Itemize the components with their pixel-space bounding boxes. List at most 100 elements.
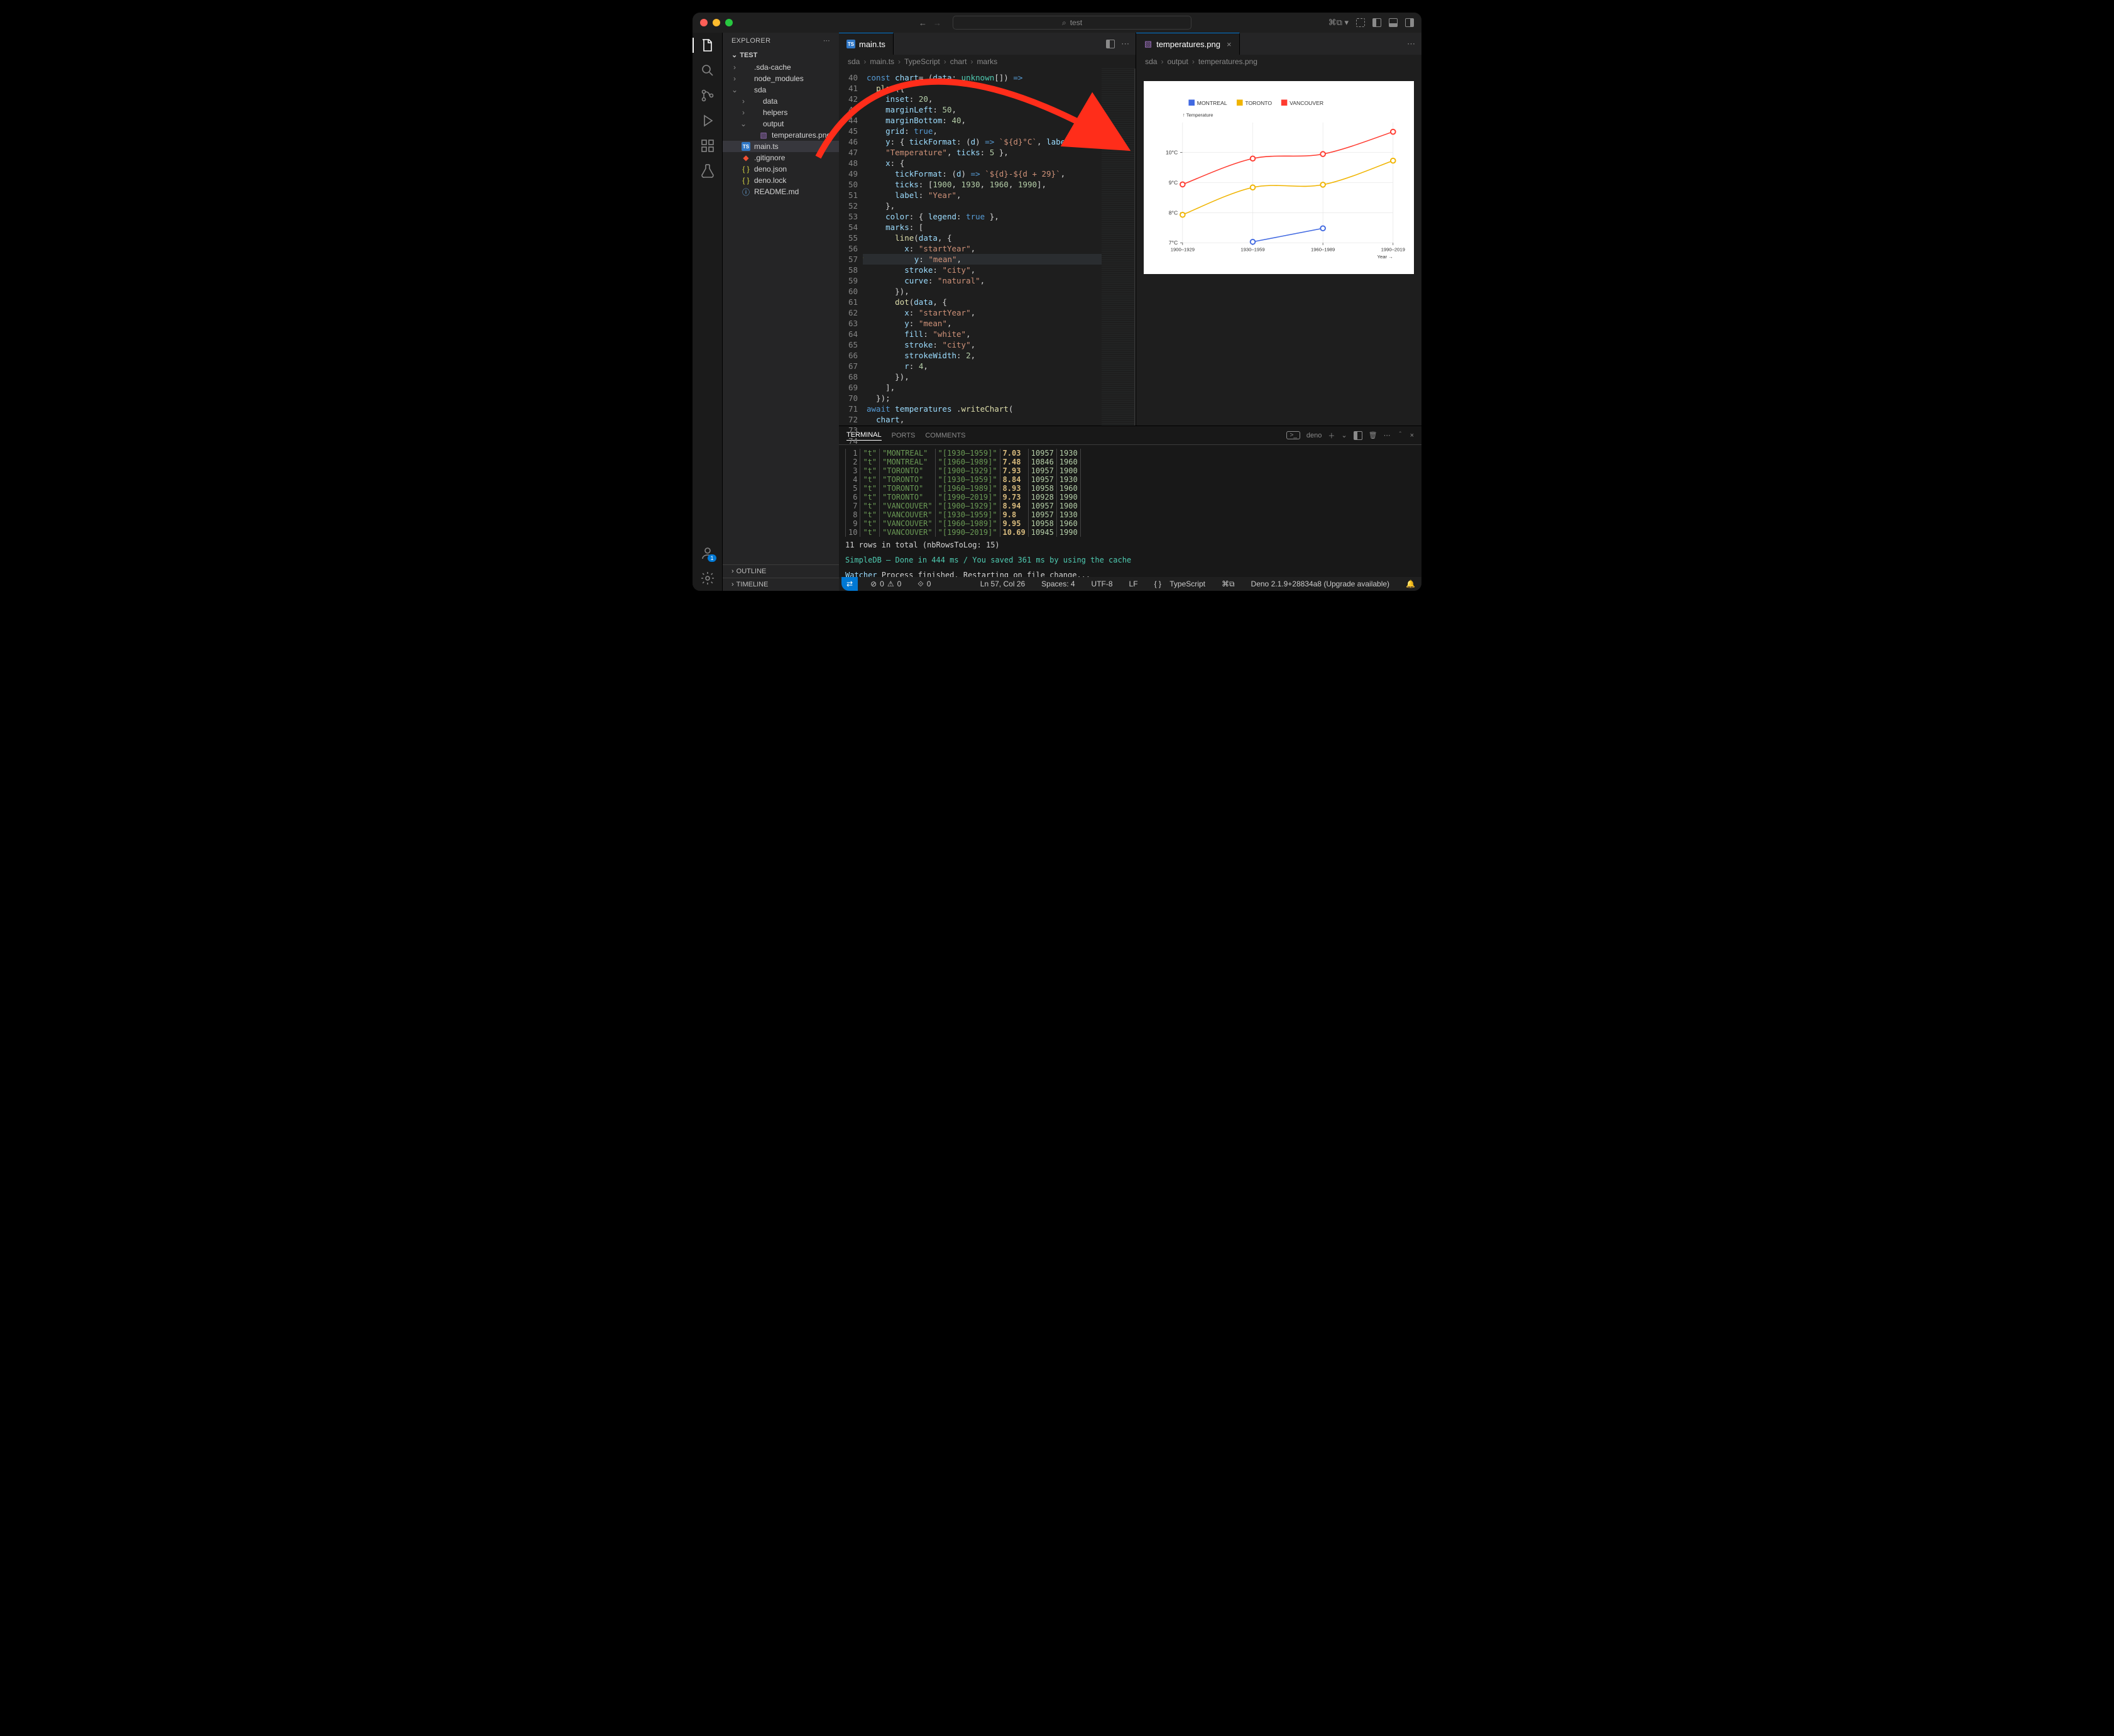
toggle-panel-icon[interactable]: [1389, 18, 1398, 27]
tree-item[interactable]: ▧temperatures.png: [723, 129, 839, 141]
tree-item[interactable]: ›helpers: [723, 107, 839, 118]
tree-item[interactable]: ›data: [723, 96, 839, 107]
terminal-dropdown-icon[interactable]: ⌄: [1341, 431, 1347, 439]
breadcrumb-item[interactable]: output: [1167, 57, 1188, 66]
explorer-more-icon[interactable]: ⋯: [823, 36, 830, 45]
toggle-sidebar-icon[interactable]: [1372, 18, 1381, 27]
chevron-right-icon: ›: [731, 581, 734, 588]
nav-back-icon[interactable]: ←: [919, 18, 927, 28]
warning-icon: ⚠: [887, 580, 894, 588]
json-icon: { }: [742, 165, 750, 173]
activity-scm-icon[interactable]: [700, 88, 715, 103]
breadcrumb[interactable]: sda›main.ts›TypeScript›chart›marks: [839, 55, 1136, 69]
ports-chip[interactable]: ⟐0: [914, 580, 934, 589]
minimap[interactable]: [1102, 69, 1136, 426]
activity-testing-icon[interactable]: [700, 163, 715, 179]
nav-forward-icon[interactable]: →: [933, 18, 941, 28]
svg-text:VANCOUVER: VANCOUVER: [1290, 100, 1323, 106]
remote-indicator[interactable]: ⇄: [841, 577, 858, 591]
tree-item[interactable]: ⌄ output: [723, 118, 839, 129]
folder-icon: [742, 63, 750, 72]
language-mode[interactable]: { } TypeScript: [1151, 580, 1209, 588]
breadcrumb[interactable]: sda›output›temperatures.png: [1136, 55, 1421, 69]
breadcrumb-item[interactable]: main.ts: [870, 57, 894, 66]
file-name: main.ts: [754, 142, 779, 151]
breadcrumb-item[interactable]: marks: [977, 57, 997, 66]
copilot-status-icon[interactable]: ⌘⧉: [1218, 580, 1239, 589]
timeline-section[interactable]: ›TIMELINE: [723, 578, 839, 591]
tree-item[interactable]: TSmain.ts: [723, 141, 839, 152]
close-icon[interactable]: ×: [1227, 40, 1232, 49]
split-editor-icon[interactable]: [1106, 40, 1115, 48]
twist-icon: ⌄: [740, 119, 747, 128]
tree-item[interactable]: ◆.gitignore: [723, 152, 839, 163]
ln-col[interactable]: Ln 57, Col 26: [977, 580, 1029, 588]
eol[interactable]: LF: [1125, 580, 1142, 588]
split-terminal-icon[interactable]: [1354, 431, 1362, 440]
svg-text:1960–1989: 1960–1989: [1311, 247, 1335, 253]
maximize-panel-icon[interactable]: ＾: [1397, 431, 1404, 441]
watcher-msg: Process finished. Restarting on file cha…: [877, 571, 1091, 577]
notifications-icon[interactable]: 🔔: [1402, 580, 1419, 588]
file-name: .gitignore: [754, 153, 785, 162]
terminal-shell-icon[interactable]: >_: [1286, 431, 1300, 439]
editor-tabs-left: TS main.ts ⋯: [839, 33, 1136, 55]
tree-item[interactable]: ⌄sda: [723, 84, 839, 96]
activity-account-icon[interactable]: 1: [700, 546, 715, 561]
editor-more-icon[interactable]: ⋯: [1407, 39, 1415, 49]
outline-section[interactable]: ›OUTLINE: [723, 564, 839, 578]
activity-extensions-icon[interactable]: [700, 138, 715, 153]
folder-icon: [750, 119, 759, 128]
command-center[interactable]: ⌕ test: [953, 16, 1191, 30]
editor-area: TS main.ts ⋯ sda›main.ts›TypeScript›char…: [839, 33, 1421, 591]
window-controls[interactable]: [700, 19, 733, 26]
twist-icon: ›: [740, 97, 747, 106]
activity-debug-icon[interactable]: [700, 113, 715, 128]
indent[interactable]: Spaces: 4: [1038, 580, 1078, 588]
editor-more-icon[interactable]: ⋯: [1121, 39, 1129, 49]
activity-settings-icon[interactable]: [700, 571, 715, 586]
activity-search-icon[interactable]: [700, 63, 715, 78]
deno-version[interactable]: Deno 2.1.9+28834a8 (Upgrade available): [1247, 580, 1394, 588]
tree-item[interactable]: ›node_modules: [723, 73, 839, 84]
chart-preview: MONTREALTORONTOVANCOUVER↑ Temperature7°C…: [1144, 81, 1414, 274]
layout-customize-icon[interactable]: [1356, 18, 1365, 27]
breadcrumb-item[interactable]: sda: [848, 57, 860, 66]
tab-temperatures-png[interactable]: ▧ temperatures.png ×: [1136, 33, 1240, 55]
tab-comments[interactable]: COMMENTS: [925, 431, 965, 441]
terminal-output[interactable]: 1"t""MONTREAL""[1930–1959]"7.03109571930…: [839, 445, 1421, 577]
project-root[interactable]: ⌄ TEST: [723, 48, 839, 62]
tree-item[interactable]: { }deno.lock: [723, 175, 839, 186]
breadcrumb-item[interactable]: chart: [950, 57, 967, 66]
editor-tabs-right: ▧ temperatures.png × ⋯: [1136, 33, 1421, 55]
kill-terminal-icon[interactable]: 🗑: [1369, 431, 1377, 439]
close-panel-icon[interactable]: ×: [1410, 432, 1414, 439]
toggle-secondary-icon[interactable]: [1405, 18, 1414, 27]
tab-main-ts[interactable]: TS main.ts: [839, 33, 894, 55]
tab-ports[interactable]: PORTS: [892, 431, 916, 441]
minimize-icon[interactable]: [713, 19, 720, 26]
breadcrumb-item[interactable]: sda: [1145, 57, 1157, 66]
tab-label: main.ts: [859, 40, 885, 49]
svg-text:↑ Temperature: ↑ Temperature: [1183, 112, 1213, 118]
panel-more-icon[interactable]: ⋯: [1384, 431, 1391, 439]
code-editor[interactable]: 4041424344454647484950515253545556575859…: [839, 69, 1136, 426]
encoding[interactable]: UTF-8: [1088, 580, 1117, 588]
tree-item[interactable]: { }deno.json: [723, 163, 839, 175]
image-preview[interactable]: MONTREALTORONTOVANCOUVER↑ Temperature7°C…: [1136, 69, 1421, 426]
activity-explorer-icon[interactable]: [700, 38, 715, 53]
folder-icon: [742, 85, 750, 94]
new-terminal-icon[interactable]: ＋: [1328, 431, 1335, 441]
breadcrumb-item[interactable]: temperatures.png: [1198, 57, 1257, 66]
editor-pane-code: TS main.ts ⋯ sda›main.ts›TypeScript›char…: [839, 33, 1136, 426]
copilot-icon[interactable]: ⌘⧉ ▾: [1328, 18, 1349, 28]
maximize-icon[interactable]: [725, 19, 733, 26]
tree-item[interactable]: ⓘREADME.md: [723, 186, 839, 197]
tree-item[interactable]: ›.sda-cache: [723, 62, 839, 73]
file-tree[interactable]: ›.sda-cache›node_modules⌄sda›data›helper…: [723, 62, 839, 564]
close-icon[interactable]: [700, 19, 708, 26]
problems-chip[interactable]: ⊘0 ⚠0: [867, 580, 905, 588]
file-name: output: [763, 119, 784, 128]
twist-icon: ⌄: [731, 85, 738, 94]
breadcrumb-item[interactable]: TypeScript: [904, 57, 940, 66]
